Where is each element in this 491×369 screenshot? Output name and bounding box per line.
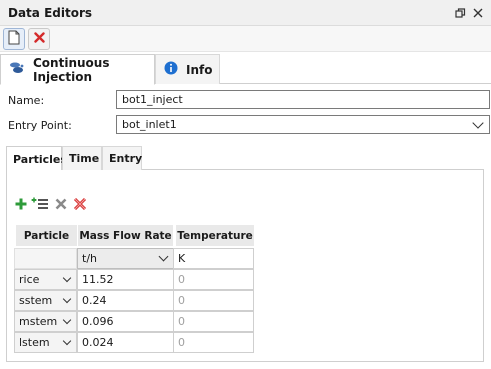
chevron-down-icon bbox=[472, 116, 484, 129]
chevron-down-icon bbox=[62, 273, 72, 282]
name-label: Name: bbox=[8, 94, 45, 107]
particle-select[interactable]: sstem bbox=[14, 290, 77, 311]
temperature-value: 0 bbox=[178, 336, 185, 349]
chevron-down-icon bbox=[62, 315, 72, 324]
close-red-icon bbox=[33, 32, 45, 46]
window-titlebar: Data Editors bbox=[0, 0, 491, 26]
particle-name: mstem bbox=[19, 315, 58, 328]
add-icon[interactable] bbox=[12, 195, 30, 213]
tab-label: Entry bbox=[109, 152, 143, 165]
temperature-cell[interactable]: 0 bbox=[173, 290, 254, 311]
particle-name: lstem bbox=[19, 336, 50, 349]
mass-flow-value: 0.24 bbox=[82, 294, 107, 307]
temperature-cell[interactable]: 0 bbox=[173, 332, 254, 353]
particle-select[interactable]: lstem bbox=[14, 332, 77, 353]
tab-particles[interactable]: Particles bbox=[6, 146, 67, 171]
mass-flow-unit-select[interactable]: t/h bbox=[77, 248, 174, 269]
tab-label: Time bbox=[69, 152, 100, 165]
mass-flow-value: 11.52 bbox=[82, 273, 114, 286]
temperature-value: 0 bbox=[178, 315, 185, 328]
temperature-value: 0 bbox=[178, 294, 185, 307]
mass-flow-cell[interactable]: 0.024 bbox=[77, 332, 174, 353]
tab-label: Particles bbox=[13, 152, 67, 166]
name-input[interactable]: bot1_inject bbox=[116, 90, 490, 109]
window-title: Data Editors bbox=[8, 6, 93, 20]
units-row-spacer bbox=[14, 248, 77, 269]
tab-info[interactable]: Info bbox=[155, 54, 220, 84]
restore-window-icon[interactable] bbox=[452, 5, 468, 21]
column-header-temperature: Temperature bbox=[176, 225, 254, 246]
main-tab-strip: Continuous Injection Info bbox=[0, 54, 491, 85]
tab-label: Continuous Injection bbox=[33, 55, 110, 84]
delete-button[interactable] bbox=[28, 28, 50, 50]
add-list-icon[interactable] bbox=[31, 195, 49, 213]
particle-select[interactable]: mstem bbox=[14, 311, 77, 332]
document-icon bbox=[8, 30, 20, 48]
temperature-unit: K bbox=[173, 248, 254, 269]
tab-continuous-injection[interactable]: Continuous Injection bbox=[0, 54, 155, 85]
entry-point-value: bot_inlet1 bbox=[122, 118, 177, 131]
name-value: bot1_inject bbox=[122, 93, 183, 106]
mass-flow-cell[interactable]: 0.096 bbox=[77, 311, 174, 332]
particle-name: sstem bbox=[19, 294, 53, 307]
mass-flow-cell[interactable]: 11.52 bbox=[77, 269, 174, 290]
temperature-cell[interactable]: 0 bbox=[173, 311, 254, 332]
sub-tab-strip: Particles Time Entry bbox=[6, 146, 484, 171]
new-button[interactable] bbox=[3, 28, 25, 50]
remove-icon[interactable] bbox=[52, 195, 70, 213]
chevron-down-icon bbox=[62, 336, 72, 345]
entry-point-select[interactable]: bot_inlet1 bbox=[116, 115, 490, 134]
particle-name: rice bbox=[19, 273, 40, 286]
mass-flow-cell[interactable]: 0.24 bbox=[77, 290, 174, 311]
temperature-unit-value: K bbox=[178, 252, 186, 265]
entry-point-label: Entry Point: bbox=[8, 119, 72, 132]
close-icon[interactable] bbox=[470, 5, 486, 21]
mass-flow-unit-value: t/h bbox=[82, 252, 97, 265]
info-icon bbox=[164, 61, 178, 78]
column-header-mass-flow-rate: Mass Flow Rate bbox=[78, 225, 174, 246]
column-header-particle: Particle bbox=[16, 225, 78, 246]
tab-entry[interactable]: Entry bbox=[102, 146, 142, 170]
temperature-cell[interactable]: 0 bbox=[173, 269, 254, 290]
injection-icon bbox=[9, 61, 25, 78]
mass-flow-value: 0.024 bbox=[82, 336, 114, 349]
editor-toolbar bbox=[0, 26, 491, 52]
chevron-down-icon bbox=[62, 294, 72, 303]
mass-flow-value: 0.096 bbox=[82, 315, 114, 328]
remove-all-icon[interactable] bbox=[71, 195, 89, 213]
particle-select[interactable]: rice bbox=[14, 269, 77, 290]
chevron-down-icon bbox=[158, 251, 169, 262]
temperature-value: 0 bbox=[178, 273, 185, 286]
tab-time[interactable]: Time bbox=[62, 146, 102, 170]
tab-label: Info bbox=[186, 62, 213, 77]
